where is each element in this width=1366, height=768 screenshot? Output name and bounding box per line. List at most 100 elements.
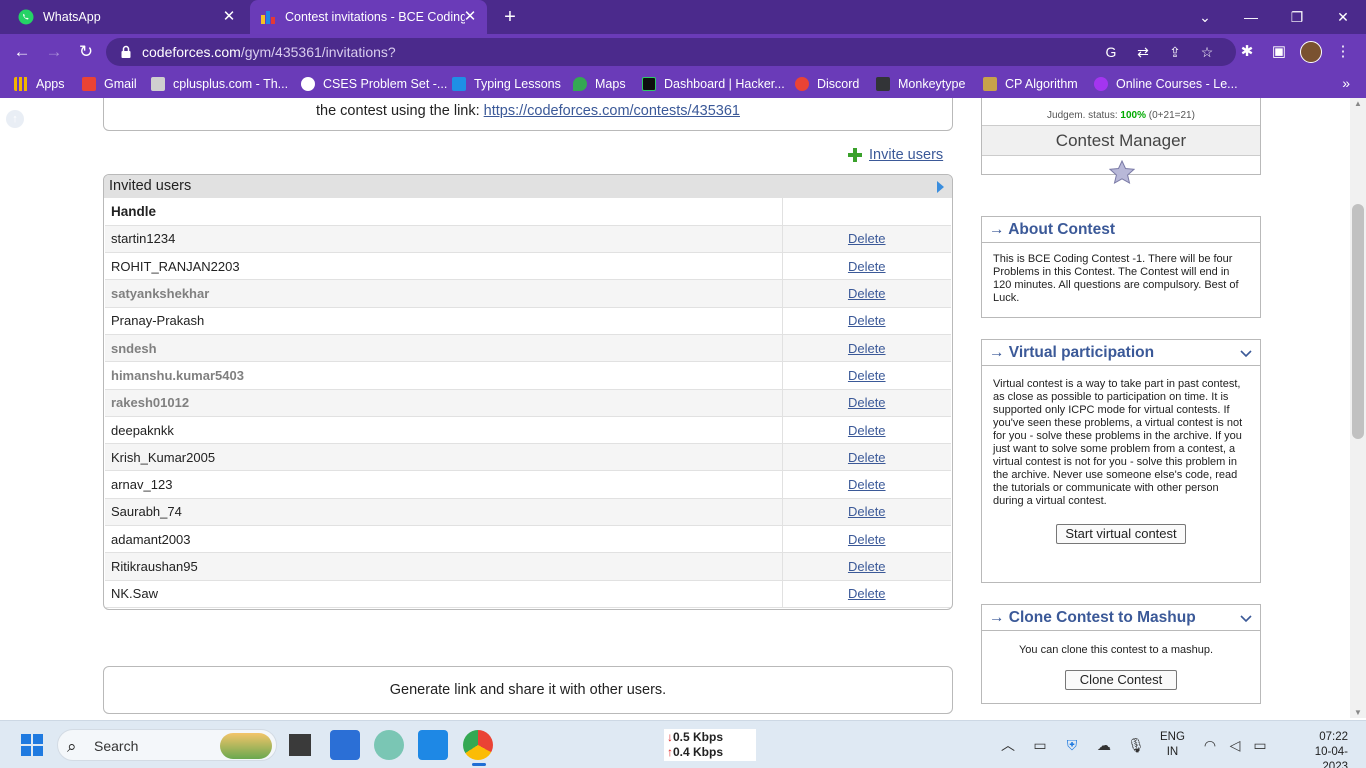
bookmark-monkeytype[interactable]: Monkeytype: [876, 76, 965, 92]
bookmark-label: CP Algorithm: [1005, 77, 1078, 91]
new-tab-button[interactable]: +: [499, 6, 521, 28]
url-text: codeforces.com/gym/435361/invitations?: [142, 44, 396, 60]
back-button[interactable]: ←: [11, 41, 33, 63]
tab-whatsapp[interactable]: WhatsApp ✕: [18, 0, 246, 34]
delete-link[interactable]: Delete: [848, 259, 886, 274]
delete-link[interactable]: Delete: [848, 423, 886, 438]
menu-icon[interactable]: ⋮: [1334, 43, 1352, 61]
bookmark-cp-algorithm[interactable]: CP Algorithm: [983, 76, 1078, 92]
delete-link[interactable]: Delete: [848, 504, 886, 519]
delete-link[interactable]: Delete: [848, 559, 886, 574]
windows-start-icon[interactable]: [21, 734, 43, 756]
chevron-down-icon[interactable]: [1239, 611, 1253, 625]
bookmark-gmail[interactable]: Gmail: [82, 76, 137, 92]
scroll-down-arrow[interactable]: ▼: [1350, 708, 1366, 717]
chrome-icon[interactable]: [463, 730, 493, 760]
clone-contest-title[interactable]: → Clone Contest to Mashup: [982, 605, 1260, 631]
bookmark-cplusplus[interactable]: cplusplus.com - Th...: [151, 76, 288, 92]
scrollbar-thumb[interactable]: [1352, 204, 1364, 439]
tab-contest-invitations[interactable]: Contest invitations - BCE Coding ✕: [250, 0, 487, 34]
clock[interactable]: 07:22 10-04-2023: [1292, 730, 1348, 768]
bookmark-apps[interactable]: Apps: [14, 76, 65, 92]
close-tab-icon[interactable]: ✕: [462, 9, 478, 25]
onedrive-icon[interactable]: ☁: [1094, 735, 1114, 755]
cp-algorithm-icon: [983, 77, 997, 91]
delete-link[interactable]: Delete: [848, 395, 886, 410]
clock-date: 10-04-2023: [1314, 746, 1348, 768]
bookmark-maps[interactable]: Maps: [573, 76, 626, 92]
delete-link[interactable]: Delete: [848, 286, 886, 301]
tray-overflow-icon[interactable]: ︿: [998, 735, 1018, 755]
chevron-down-icon[interactable]: [1239, 346, 1253, 360]
tab-search-icon[interactable]: ⌄: [1194, 6, 1216, 28]
taskbar-search[interactable]: ⌕ Search: [57, 729, 277, 761]
delete-cell: Delete: [782, 225, 951, 254]
delete-link[interactable]: Delete: [848, 450, 886, 465]
action-header: [782, 198, 951, 226]
bookmark-udemy[interactable]: Online Courses - Le...: [1094, 76, 1238, 92]
edge-icon[interactable]: [374, 730, 404, 760]
table-row: ROHIT_RANJAN2203 Delete: [105, 252, 951, 281]
judge-percent: 100%: [1120, 110, 1146, 121]
volume-icon[interactable]: ◁: [1225, 735, 1245, 755]
minimize-button[interactable]: —: [1240, 6, 1262, 28]
profile-avatar[interactable]: [1300, 41, 1322, 63]
collapse-triangle-icon[interactable]: [937, 181, 944, 193]
url-host: codeforces.com: [142, 44, 241, 60]
search-highlight-art: [220, 733, 272, 759]
extensions-icon[interactable]: ✱: [1238, 43, 1256, 61]
share-icon[interactable]: ⇪: [1166, 43, 1184, 61]
lang-code: ENG: [1160, 731, 1185, 743]
invite-users-link[interactable]: Invite users: [847, 146, 943, 164]
bookmark-typing-lessons[interactable]: Typing Lessons: [452, 76, 561, 92]
vscode-icon[interactable]: [418, 730, 448, 760]
generate-link-text: Generate link and share it with other us…: [389, 682, 667, 698]
delete-link[interactable]: Delete: [848, 477, 886, 492]
more-bookmarks-icon[interactable]: »: [1342, 75, 1350, 91]
start-virtual-contest-button[interactable]: Start virtual contest: [1056, 524, 1186, 544]
google-lens-icon[interactable]: G: [1102, 43, 1120, 61]
close-tab-icon[interactable]: ✕: [221, 9, 237, 25]
translate-icon[interactable]: ⇄: [1134, 43, 1152, 61]
apps-grid-icon: [14, 77, 28, 91]
delete-link[interactable]: Delete: [848, 341, 886, 356]
net-up: ↑0.4 Kbps: [667, 745, 756, 760]
notepad-icon[interactable]: [330, 730, 360, 760]
microphone-icon[interactable]: 🎙: [1126, 735, 1146, 755]
contest-link[interactable]: https://codeforces.com/contests/435361: [484, 103, 740, 119]
delete-link[interactable]: Delete: [848, 231, 886, 246]
user-handle: Pranay-Prakash: [105, 307, 783, 335]
clone-contest-button[interactable]: Clone Contest: [1064, 670, 1178, 690]
user-handle: Ritikraushan95: [105, 552, 783, 581]
task-view-icon[interactable]: [285, 730, 315, 760]
scroll-top-icon[interactable]: ↑: [6, 110, 24, 128]
battery-icon[interactable]: ▭: [1250, 735, 1270, 755]
tab-title: WhatsApp: [43, 10, 101, 24]
vertical-scrollbar[interactable]: ▲ ▼: [1350, 98, 1366, 718]
reload-button[interactable]: ↻: [75, 41, 97, 63]
active-app-indicator: [472, 763, 486, 766]
delete-link[interactable]: Delete: [848, 586, 886, 601]
generate-link-box[interactable]: Generate link and share it with other us…: [103, 666, 953, 714]
language-indicator[interactable]: ENG IN: [1160, 730, 1185, 760]
network-speed-widget: ↓0.5 Kbps ↑0.4 Kbps: [664, 729, 756, 761]
url-input[interactable]: codeforces.com/gym/435361/invitations? G…: [106, 38, 1236, 66]
delete-link[interactable]: Delete: [848, 532, 886, 547]
close-window-button[interactable]: ✕: [1332, 6, 1354, 28]
scroll-up-arrow[interactable]: ▲: [1350, 99, 1366, 108]
wifi-icon[interactable]: ◠: [1200, 735, 1220, 755]
defender-icon[interactable]: ⛨: [1062, 735, 1082, 755]
side-panel-icon[interactable]: ▣: [1270, 43, 1288, 61]
tray-app-icon[interactable]: ▭: [1030, 735, 1050, 755]
about-contest-text: This is BCE Coding Contest -1. There wil…: [993, 253, 1239, 304]
virtual-participation-title[interactable]: → Virtual participation: [982, 340, 1260, 366]
restore-button[interactable]: ❐: [1286, 6, 1308, 28]
forward-button[interactable]: →: [43, 41, 65, 63]
delete-link[interactable]: Delete: [848, 368, 886, 383]
bookmark-discord[interactable]: Discord: [795, 76, 859, 92]
bookmark-cses[interactable]: CSES Problem Set -...: [301, 76, 447, 92]
bookmark-star-icon[interactable]: ☆: [1198, 43, 1216, 61]
cplusplus-icon: [151, 77, 165, 91]
delete-link[interactable]: Delete: [848, 313, 886, 328]
bookmark-hackerrank[interactable]: Dashboard | Hacker...: [642, 76, 785, 92]
